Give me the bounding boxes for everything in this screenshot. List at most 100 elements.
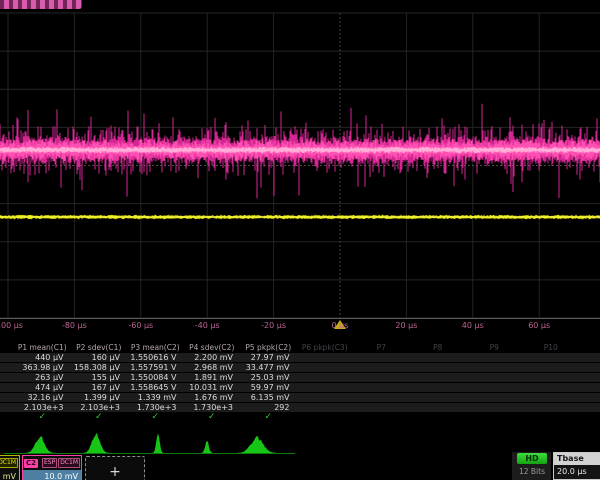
time-tick-label: 60 µs [509, 321, 569, 330]
timebase-scale: 20.0 µs [554, 465, 600, 479]
param-value [353, 383, 410, 392]
channel-c1-descriptor[interactable]: DC1M 20.0 mV [0, 455, 20, 480]
param-histicon[interactable] [199, 441, 215, 453]
c1-vertical-scale: 20.0 mV [0, 470, 19, 480]
c1-coupling-tag: DC1M [0, 458, 18, 468]
time-tick-label: -80 µs [44, 321, 104, 330]
hd-mode-badge[interactable]: HD [517, 453, 547, 464]
param-value: 474 µV [14, 383, 71, 392]
c2-coupling-tag: DC1M [58, 458, 80, 468]
param-value-row: 2.103e+32.103e+31.730e+31.730e+3292 [0, 403, 600, 413]
param-value [466, 403, 523, 412]
param-value [410, 353, 467, 362]
param-value [297, 353, 354, 362]
param-value: 1.558645 V [127, 383, 184, 392]
param-value [353, 353, 410, 362]
param-header[interactable]: P6 pkpk(C3) [297, 342, 354, 353]
c2-trace-waveform [0, 104, 600, 199]
param-value: 440 µV [14, 353, 71, 362]
param-header[interactable]: P1 mean(C1) [14, 342, 71, 353]
param-histicon[interactable] [80, 433, 112, 453]
param-value: 25.03 mV [240, 373, 297, 382]
param-value-row: 363.98 µV158.308 µV1.557591 V2.968 mV33.… [0, 363, 600, 373]
param-value [353, 373, 410, 382]
param-value: 1.730e+3 [184, 403, 241, 412]
param-value: 6.135 mV [240, 393, 297, 402]
param-value: 27.97 mV [240, 353, 297, 362]
add-trace-button[interactable]: + [85, 456, 145, 480]
param-value [297, 363, 354, 372]
param-value [523, 403, 580, 412]
c2-vertical-scale: 10.0 mV [23, 470, 81, 480]
param-status-check: ✓ [240, 413, 297, 422]
param-value: 1.557591 V [127, 363, 184, 372]
plus-icon: + [109, 464, 121, 480]
param-header[interactable]: P8 [410, 342, 467, 353]
c1-trace-waveform [0, 215, 600, 219]
time-tick-label: -40 µs [177, 321, 237, 330]
param-status-check: ✓ [71, 413, 128, 422]
resolution-bits-label: 12 Bits [512, 467, 552, 476]
param-status-check: ✓ [127, 413, 184, 422]
param-value: 155 µV [71, 373, 128, 382]
param-status-check: ✓ [184, 413, 241, 422]
param-value [466, 363, 523, 372]
param-value: 59.97 mV [240, 383, 297, 392]
param-value: 1.339 mV [127, 393, 184, 402]
param-value [523, 353, 580, 362]
param-value: 263 µV [14, 373, 71, 382]
param-value [410, 373, 467, 382]
param-value: 1.550084 V [127, 373, 184, 382]
param-value: 32.16 µV [14, 393, 71, 402]
measurement-table: P1 mean(C1)P2 sdev(C1)P3 mean(C2)P4 sdev… [0, 342, 600, 422]
param-value: 2.103e+3 [71, 403, 128, 412]
param-header[interactable]: P11 [579, 342, 600, 353]
param-value: 292 [240, 403, 297, 412]
param-header[interactable]: P3 mean(C2) [127, 342, 184, 353]
param-value: 1.676 mV [184, 393, 241, 402]
timebase-descriptor[interactable]: Tbase 20.0 µs [553, 452, 600, 480]
param-header[interactable]: P5 pkpk(C2) [240, 342, 297, 353]
param-value: 1.399 µV [71, 393, 128, 402]
param-value: 1.550616 V [127, 353, 184, 362]
c2-channel-badge: C2 [24, 459, 38, 468]
param-value-row: 474 µV167 µV1.558645 V10.031 mV59.97 mV [0, 383, 600, 393]
param-value [297, 383, 354, 392]
param-value [523, 393, 580, 402]
param-histicon[interactable] [22, 436, 58, 453]
time-tick-label: -100 µs [0, 321, 38, 330]
time-tick-label: -60 µs [111, 321, 171, 330]
param-value: 2.200 mV [184, 353, 241, 362]
oscilloscope-screen: -100 µs-80 µs-60 µs-40 µs-20 µs0 µs20 µs… [0, 0, 600, 480]
param-status-check: ✓ [14, 413, 71, 422]
param-header[interactable]: P2 sdev(C1) [71, 342, 128, 353]
param-header[interactable]: P9 [466, 342, 523, 353]
param-histicon[interactable] [233, 436, 281, 453]
channel-c2-descriptor[interactable]: C2 ESP DC1M 10.0 mV [22, 455, 82, 480]
param-header[interactable]: P10 [523, 342, 580, 353]
time-tick-label: 20 µs [376, 321, 436, 330]
waveform-display [0, 0, 600, 340]
param-value: 2.103e+3 [14, 403, 71, 412]
c2-esp-tag: ESP [42, 458, 57, 468]
param-value [466, 383, 523, 392]
param-value [523, 363, 580, 372]
param-value [410, 393, 467, 402]
param-value: 363.98 µV [14, 363, 71, 372]
param-histicon[interactable] [151, 433, 165, 453]
param-value-row: 440 µV160 µV1.550616 V2.200 mV27.97 mV [0, 353, 600, 363]
param-value [297, 393, 354, 402]
param-value [523, 373, 580, 382]
param-value: 1.730e+3 [127, 403, 184, 412]
param-value [297, 373, 354, 382]
param-value [466, 353, 523, 362]
param-value [466, 393, 523, 402]
param-value: 167 µV [71, 383, 128, 392]
param-value: 33.477 mV [240, 363, 297, 372]
param-value: 10.031 mV [184, 383, 241, 392]
param-header[interactable]: P4 sdev(C2) [184, 342, 241, 353]
param-header[interactable]: P7 [353, 342, 410, 353]
measurement-histicons[interactable] [0, 426, 600, 456]
param-value-row: 263 µV155 µV1.550084 V1.891 mV25.03 mV [0, 373, 600, 383]
param-value: 2.968 mV [184, 363, 241, 372]
